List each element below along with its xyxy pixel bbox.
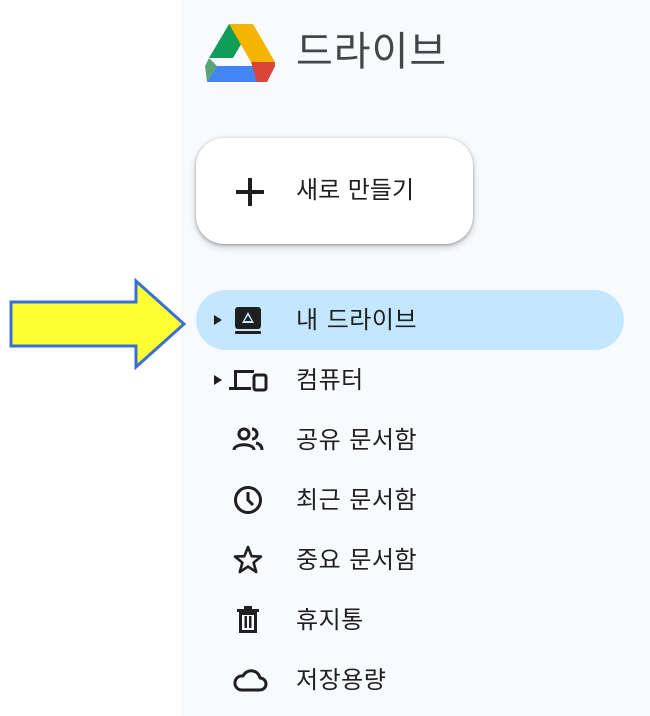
nav-item-my-drive[interactable]: 내 드라이브 [196,290,624,350]
clock-icon [234,486,262,514]
nav-item-computers[interactable]: 컴퓨터 [196,350,624,410]
my-drive-icon [235,307,261,334]
plus-icon [236,178,264,206]
nav-item-trash[interactable]: 휴지통 [196,590,624,650]
drive-logo-icon [205,24,275,82]
expand-caret-icon[interactable] [214,375,222,385]
arrow-right-icon [9,278,187,370]
nav-label: 최근 문서함 [296,486,418,514]
people-icon [232,427,264,451]
cloud-icon [233,669,268,692]
nav-item-shared[interactable]: 공유 문서함 [196,410,624,470]
new-button[interactable]: 새로 만들기 [196,138,473,244]
nav-item-starred[interactable]: 중요 문서함 [196,530,624,590]
nav-label: 중요 문서함 [296,546,418,574]
new-button-label: 새로 만들기 [296,176,415,204]
nav-label: 공유 문서함 [296,426,418,454]
nav-label: 컴퓨터 [296,366,364,394]
expand-caret-icon[interactable] [214,315,222,325]
app-title: 드라이브 [296,29,448,75]
trash-icon [237,606,259,633]
nav-label: 휴지통 [296,606,364,634]
star-icon [233,545,263,574]
nav-item-storage[interactable]: 저장용량 [196,650,624,710]
nav-item-recent[interactable]: 최근 문서함 [196,470,624,530]
nav-label: 저장용량 [296,666,387,694]
nav-label: 내 드라이브 [296,306,418,334]
computers-icon [229,370,268,392]
